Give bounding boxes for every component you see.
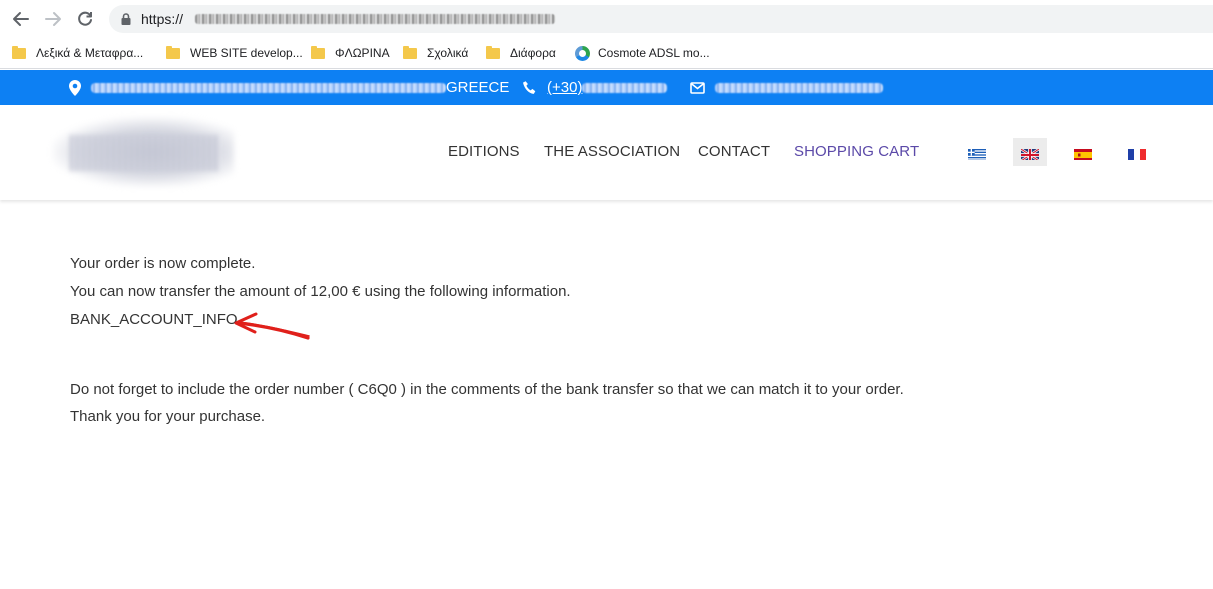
bank-account-info: BANK_ACCOUNT_INFO: [70, 311, 238, 328]
map-pin-icon: [69, 79, 81, 96]
thank-you-text: Thank you for your purchase.: [70, 408, 266, 425]
nav-contact[interactable]: CONTACT: [698, 143, 770, 160]
france-flag-icon[interactable]: [1128, 148, 1146, 160]
url-redacted: [195, 14, 555, 24]
lock-icon: [121, 13, 131, 25]
greek-flag-icon[interactable]: [968, 148, 986, 160]
nav-the-association[interactable]: THE ASSOCIATION: [544, 143, 680, 160]
address-country: GREECE: [446, 79, 510, 96]
phone-icon: [523, 80, 536, 94]
bookmark-item[interactable]: ΦΛΩΡΙΝΑ: [311, 43, 390, 63]
reload-button[interactable]: [73, 8, 97, 30]
folder-icon: [403, 45, 417, 59]
browser-toolbar: https://: [0, 0, 1213, 38]
phone-prefix: (+30): [547, 79, 583, 96]
email-info[interactable]: [690, 70, 883, 105]
bookmark-item[interactable]: Cosmote ADSL mo...: [575, 43, 710, 63]
folder-icon: [486, 45, 500, 59]
arrow-left-icon: [13, 12, 29, 26]
email-redacted: [715, 82, 883, 93]
url-scheme: https://: [141, 11, 184, 27]
back-button[interactable]: [9, 8, 33, 30]
arrow-right-icon: [45, 12, 61, 26]
spain-flag-icon[interactable]: [1074, 148, 1092, 160]
phone-redacted: [582, 82, 668, 93]
order-number-note: Do not forget to include the order numbe…: [70, 381, 904, 398]
bookmark-label: Διάφορα: [510, 46, 556, 60]
bookmark-item[interactable]: WEB SITE develop...: [166, 43, 303, 63]
site-header: EDITIONS THE ASSOCIATION CONTACT SHOPPIN…: [0, 105, 1213, 200]
folder-icon: [166, 45, 180, 59]
address-bar[interactable]: https://: [109, 5, 1213, 33]
folder-icon: [311, 45, 325, 59]
bookmark-item[interactable]: Λεξικά & Μεταφρα...: [12, 43, 143, 63]
phone-info[interactable]: (+30): [522, 70, 668, 105]
forward-button[interactable]: [41, 8, 65, 30]
annotation-arrow-icon: [234, 312, 310, 340]
cosmote-icon: [575, 45, 590, 61]
bookmark-item[interactable]: Διάφορα: [486, 43, 556, 63]
address-info: GREECE: [69, 70, 509, 105]
address-redacted: [91, 82, 446, 93]
folder-icon: [12, 45, 26, 59]
transfer-instructions-text: You can now transfer the amount of 12,00…: [70, 283, 571, 300]
bookmark-label: WEB SITE develop...: [190, 46, 303, 60]
contact-topbar: GREECE (+30): [0, 70, 1213, 105]
bookmark-label: ΦΛΩΡΙΝΑ: [335, 46, 390, 60]
reload-icon: [78, 11, 92, 26]
order-complete-text: Your order is now complete.: [70, 255, 256, 272]
bookmark-label: Σχολικά: [427, 46, 469, 60]
nav-editions[interactable]: EDITIONS: [448, 143, 520, 160]
uk-flag-icon[interactable]: [1021, 148, 1039, 160]
nav-shopping-cart[interactable]: SHOPPING CART: [794, 143, 919, 160]
bookmarks-bar: Λεξικά & Μεταφρα... WEB SITE develop... …: [0, 38, 1213, 69]
bookmark-label: Λεξικά & Μεταφρα...: [36, 46, 144, 60]
envelope-icon: [690, 81, 705, 94]
bookmark-item[interactable]: Σχολικά: [403, 43, 468, 63]
bookmark-label: Cosmote ADSL mo...: [598, 46, 710, 60]
